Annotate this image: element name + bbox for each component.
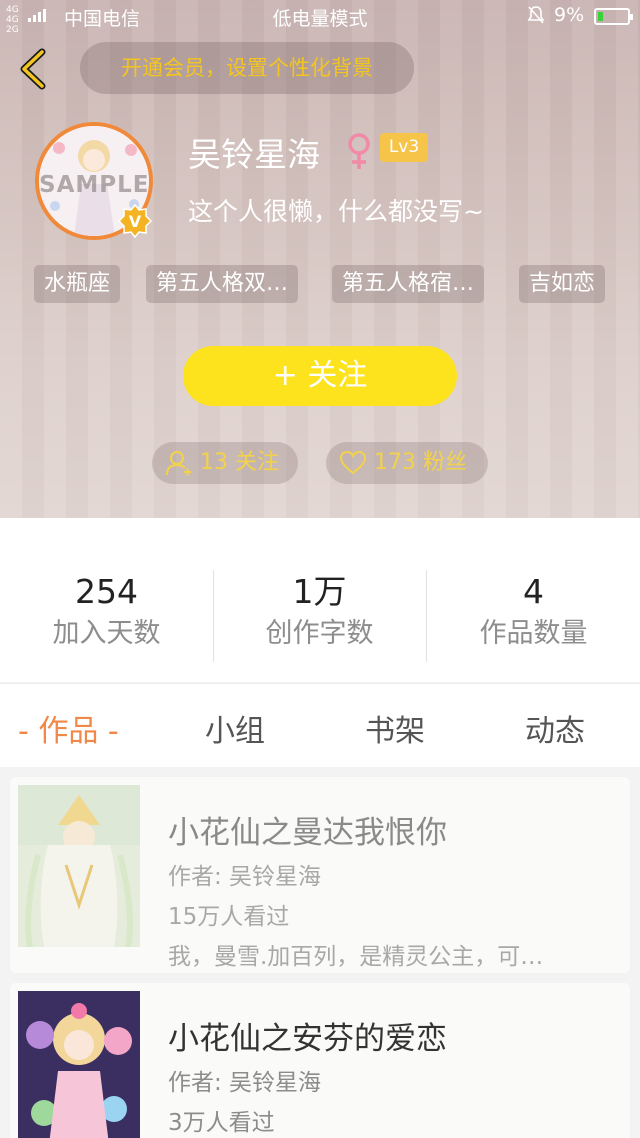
user-add-icon [166,451,191,476]
bio-text: 这个人很懒，什么都没写~ [188,197,484,226]
stat-join-days: 254 加入天数 [0,572,213,654]
following-count: 13 关注 [200,450,279,475]
stat-value: 1万 [292,572,347,611]
work-card[interactable]: 小花仙之曼达我恨你 作者: 吴铃星海 15万人看过 我，曼雪.加百列，是精灵公主… [10,777,630,973]
work-author: 作者: 吴铃星海 [168,864,322,890]
stat-value: 4 [523,572,544,611]
stat-word-count: 1万 创作字数 [213,572,426,654]
stat-value: 254 [75,572,138,611]
tag-item[interactable]: 第五人格宿… [332,265,485,303]
tab-bookshelf[interactable]: 书架 [365,706,425,750]
work-author: 作者: 吴铃星海 [168,1070,322,1096]
content-tabs: - 作品 - 小组 书架 动态 [0,683,640,767]
stat-label: 创作字数 [265,618,374,649]
avatar-watermark: SAMPLE [39,172,150,198]
stat-divider [426,570,427,662]
work-views: 15万人看过 [168,904,290,930]
nickname: 吴铃星海 [188,135,320,174]
works-list: 小花仙之曼达我恨你 作者: 吴铃星海 15万人看过 我，曼雪.加百列，是精灵公主… [0,767,640,1138]
status-bar: 4G 4G 2G 中国电信 低电量模式 9% [0,0,640,35]
female-icon [348,133,370,169]
work-cover-image [18,991,140,1138]
stat-label: 加入天数 [52,618,161,649]
work-description: 我，曼雪.加百列，是精灵公主，可… [168,944,544,970]
tag-item[interactable]: 吉如恋 [519,265,606,303]
work-cover-image [18,785,140,947]
stat-divider [213,570,214,662]
heart-icon [340,450,366,475]
stats-panel: 254 加入天数 1万 创作字数 4 作品数量 [0,518,640,682]
battery-icon [594,8,633,25]
back-chevron-icon[interactable] [14,46,54,92]
fans-count-button[interactable]: 173 粉丝 [326,442,488,484]
tag-item[interactable]: 水瓶座 [34,265,121,303]
work-views: 3万人看过 [168,1110,275,1136]
work-title: 小花仙之曼达我恨你 [168,815,447,851]
stat-label: 作品数量 [479,618,588,649]
work-title: 小花仙之安芬的爱恋 [168,1021,447,1057]
work-card[interactable]: 小花仙之安芬的爱恋 作者: 吴铃星海 3万人看过 [10,983,630,1138]
tab-works[interactable]: - 作品 - [18,706,119,750]
tab-activity[interactable]: 动态 [525,706,585,750]
vip-background-promo-button[interactable]: 开通会员，设置个性化背景 [80,42,414,94]
level-badge: Lv3 [380,133,428,162]
tab-groups[interactable]: 小组 [205,706,265,750]
battery-percent: 9% [554,4,585,26]
tag-item[interactable]: 第五人格双… [146,265,299,303]
follow-button[interactable]: + 关注 [183,346,457,406]
svg-text:V: V [129,212,142,231]
stat-works-count: 4 作品数量 [427,572,640,654]
fans-count: 173 粉丝 [374,450,467,475]
bell-muted-icon [527,6,545,24]
vip-v-badge-icon: V [118,204,152,238]
following-count-button[interactable]: 13 关注 [152,442,298,484]
